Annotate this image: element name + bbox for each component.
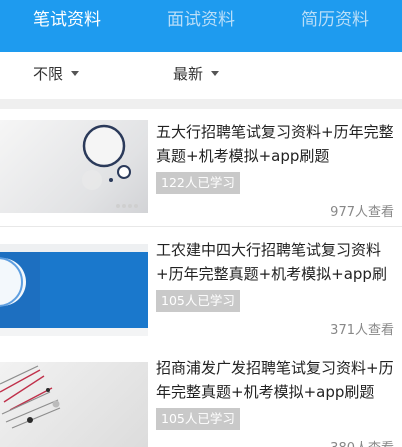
thumbnail-image — [0, 120, 148, 213]
divider — [0, 226, 402, 227]
tab-resume-materials[interactable]: 简历资料 — [268, 0, 402, 52]
view-count: 977人查看 — [330, 205, 394, 220]
thumbnail-image — [0, 244, 148, 336]
view-count: 380人查看 — [330, 437, 394, 447]
caret-down-icon — [71, 71, 80, 76]
list-item[interactable]: 工农建中四大行招聘笔试复习资料+历年完整真题+机考模拟+app刷题 105人已学… — [0, 228, 402, 346]
learned-count-badge: 122人已学习 — [156, 172, 240, 194]
list-item[interactable]: 招商浦发广发招聘笔试复习资料+历年完整真题+机考模拟+app刷题 105人已学习… — [0, 346, 402, 447]
thumbnail-image — [0, 362, 148, 447]
filter-bar: 不限 最新 — [0, 52, 402, 99]
learned-count-badge: 105人已学习 — [156, 408, 240, 430]
list-item[interactable]: 五大行招聘笔试复习资料+历年完整真题+机考模拟+app刷题 122人已学习 97… — [0, 110, 402, 228]
sort-filter-label: 最新 — [173, 65, 204, 83]
learned-count-badge: 105人已学习 — [156, 290, 240, 312]
item-title: 招商浦发广发招聘笔试复习资料+历年完整真题+机考模拟+app刷题 — [156, 359, 394, 401]
tab-interview-materials[interactable]: 面试资料 — [134, 0, 268, 52]
tab-bar: 笔试资料 面试资料 简历资料 — [0, 0, 402, 60]
item-title: 工农建中四大行招聘笔试复习资料+历年完整真题+机考模拟+app刷题 — [156, 241, 387, 283]
tab-written-materials[interactable]: 笔试资料 — [0, 0, 134, 60]
range-filter-label: 不限 — [33, 65, 64, 83]
sort-filter-dropdown[interactable]: 最新 — [173, 52, 220, 99]
section-gap — [0, 99, 402, 109]
caret-down-icon — [211, 71, 220, 76]
item-title: 五大行招聘笔试复习资料+历年完整真题+机考模拟+app刷题 — [156, 123, 394, 165]
range-filter-dropdown[interactable]: 不限 — [33, 52, 80, 99]
view-count: 371人查看 — [330, 323, 394, 338]
